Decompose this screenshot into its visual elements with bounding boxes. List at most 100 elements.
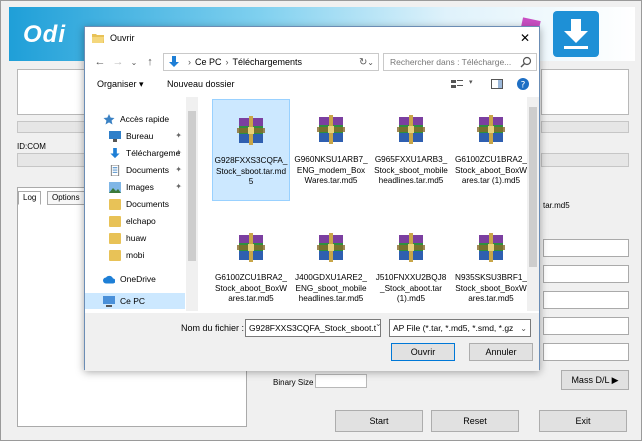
rar-archive-icon <box>474 113 508 147</box>
breadcrumb-separator-icon: › <box>188 57 191 67</box>
sidebar-item-label: Téléchargeme <box>126 148 181 158</box>
images-icon <box>109 181 121 193</box>
file-item[interactable]: J400GDXU1ARE2_ENG_sboot_mobileheadlines.… <box>292 217 370 311</box>
odin-file-field-3[interactable] <box>543 291 629 309</box>
sidebar-item-label: Bureau <box>126 131 154 141</box>
view-options-icon[interactable] <box>451 79 463 89</box>
pin-icon[interactable]: ✦ <box>175 165 182 174</box>
reset-button[interactable]: Reset <box>431 410 519 432</box>
file-item[interactable]: G928FXXS3CQFA_Stock_sboot.tar.md5 <box>212 99 290 201</box>
search-icon <box>520 56 532 68</box>
folder-icon <box>109 215 121 227</box>
sidebar-item-huaw[interactable]: huaw <box>85 230 185 246</box>
scrollbar-thumb[interactable] <box>188 111 196 261</box>
pin-icon[interactable]: ✦ <box>175 148 182 157</box>
sidebar-item-onedrive[interactable]: OneDrive <box>85 271 185 287</box>
file-suffix-label: tar.md5 <box>543 201 570 210</box>
sidebar-item-documents[interactable]: Documents ✦ <box>85 162 185 178</box>
odin-slot-box-right <box>541 69 629 115</box>
mass-dl-button[interactable]: Mass D/L ▶ <box>561 370 629 390</box>
rar-archive-icon <box>234 114 268 148</box>
pin-icon[interactable]: ✦ <box>175 131 182 140</box>
folder-icon <box>109 232 121 244</box>
odin-logo: Odi <box>23 21 66 48</box>
dialog-titlebar[interactable]: Ouvrir ✕ <box>85 27 539 49</box>
forward-arrow-icon[interactable]: → <box>111 55 125 69</box>
file-grid-scrollbar[interactable] <box>527 97 539 311</box>
sidebar-scrollbar[interactable] <box>186 97 198 311</box>
id-com-label: ID:COM <box>17 142 46 151</box>
odin-com-field-right <box>541 153 629 167</box>
filename-dropdown-icon[interactable]: ⌄ <box>375 319 382 328</box>
refresh-icon[interactable]: ↻ <box>359 57 367 68</box>
download-arrow-icon <box>169 56 179 67</box>
sidebar-item-label: Images <box>126 182 154 192</box>
sidebar-item-ce-pc[interactable]: Ce PC <box>85 293 185 309</box>
file-type-select[interactable]: AP File (*.tar, *.md5, *.smd, *.gz ⌄ <box>389 319 531 337</box>
breadcrumb-telechargements[interactable]: Téléchargements <box>233 57 303 67</box>
start-button[interactable]: Start <box>335 410 423 432</box>
pin-icon[interactable]: ✦ <box>175 182 182 191</box>
up-arrow-icon[interactable]: ↑ <box>143 55 157 69</box>
recent-locations-icon[interactable]: ⌄ <box>127 55 141 69</box>
file-item[interactable]: N935SKSU3BRF1_Stock_sboot_BoxWares.tar.m… <box>452 217 529 311</box>
sidebar-item-images[interactable]: Images ✦ <box>85 179 185 195</box>
sidebar-item-quick-access[interactable]: Accès rapide <box>85 111 185 127</box>
odin-file-field-4[interactable] <box>543 317 629 335</box>
preview-pane-icon[interactable] <box>491 79 503 89</box>
odin-file-field-2[interactable] <box>543 265 629 283</box>
organize-button[interactable]: Organiser ▾ <box>97 79 144 90</box>
search-input[interactable]: Rechercher dans : Télécharge... <box>383 53 537 71</box>
file-item[interactable]: G960NKSU1ARB7_ENG_modem_BoxWares.tar.md5 <box>292 99 370 201</box>
file-name: J510FNXXU2BQJ8_Stock_aboot.tar (1).md5 <box>375 273 447 303</box>
chevron-down-icon[interactable]: ⌄ <box>367 58 374 67</box>
file-item[interactable]: J510FNXXU2BQJ8_Stock_aboot.tar (1).md5 <box>372 217 450 311</box>
sidebar-item-telechargements[interactable]: Téléchargeme ✦ <box>85 145 185 161</box>
odin-file-field-1[interactable] <box>543 239 629 257</box>
view-dropdown-icon[interactable]: ▾ <box>469 78 473 86</box>
close-icon[interactable]: ✕ <box>517 30 533 46</box>
scrollbar-thumb[interactable] <box>529 107 537 267</box>
sidebar-item-mobi[interactable]: mobi <box>85 247 185 263</box>
sidebar-item-documents-folder[interactable]: Documents <box>85 196 185 212</box>
file-name: J400GDXU1ARE2_ENG_sboot_mobileheadlines.… <box>295 273 367 303</box>
sidebar-item-elchapo[interactable]: elchapo <box>85 213 185 229</box>
breadcrumb-separator-icon: › <box>225 57 229 67</box>
dialog-title: Ouvrir <box>110 33 135 43</box>
exit-button[interactable]: Exit <box>539 410 627 432</box>
help-icon[interactable]: ? <box>517 78 529 90</box>
computer-icon <box>103 295 115 307</box>
odin-file-field-5[interactable] <box>543 343 629 361</box>
sidebar-item-label: elchapo <box>126 216 156 226</box>
sidebar-item-label: mobi <box>126 250 145 260</box>
cloud-icon <box>103 275 115 283</box>
back-arrow-icon[interactable]: ← <box>93 55 107 69</box>
sidebar-item-label: Documents <box>126 165 169 175</box>
file-grid: G928FXXS3CQFA_Stock_sboot.tar.md5 G960NKS… <box>207 97 529 311</box>
sidebar-item-label: huaw <box>126 233 147 243</box>
address-bar[interactable]: › Ce PC › Téléchargements ⌄ <box>163 53 379 71</box>
open-button[interactable]: Ouvrir <box>391 343 455 361</box>
filename-input[interactable]: G928FXXS3CQFA_Stock_sboot.t <box>245 319 381 337</box>
odin-slot-bar-right <box>541 121 629 133</box>
file-item[interactable]: G6100ZCU1BRA2_Stock_aboot_BoxWares.tar (… <box>452 99 529 201</box>
file-name: G6100ZCU1BRA2_Stock_aboot_BoxWares.tar (… <box>455 155 527 185</box>
tab-log[interactable]: Log <box>18 191 42 205</box>
file-item[interactable]: G6100ZCU1BRA2_Stock_aboot_BoxWares.tar.m… <box>212 217 290 311</box>
new-folder-button[interactable]: Nouveau dossier <box>167 79 235 89</box>
cancel-button[interactable]: Annuler <box>469 343 533 361</box>
odin-slot-box <box>17 69 87 115</box>
documents-icon <box>110 164 120 176</box>
sidebar-item-bureau[interactable]: Bureau ✦ <box>85 128 185 144</box>
sidebar-item-label: Documents <box>126 199 169 209</box>
binary-size-label: Binary Size <box>273 378 314 387</box>
file-name: G960NKSU1ARB7_ENG_modem_BoxWares.tar.md5 <box>294 155 368 185</box>
file-name: G928FXXS3CQFA_Stock_sboot.tar.md5 <box>214 156 288 186</box>
breadcrumb-ce-pc[interactable]: Ce PC <box>195 57 222 67</box>
desktop-icon <box>109 130 121 142</box>
star-icon <box>103 113 115 124</box>
file-name: G6100ZCU1BRA2_Stock_aboot_BoxWares.tar.m… <box>215 273 287 303</box>
tab-options[interactable]: Options <box>47 191 85 205</box>
odin-com-field <box>17 153 87 167</box>
file-item[interactable]: G965FXXU1ARB3_Stock_sboot_mobileheadline… <box>372 99 450 201</box>
